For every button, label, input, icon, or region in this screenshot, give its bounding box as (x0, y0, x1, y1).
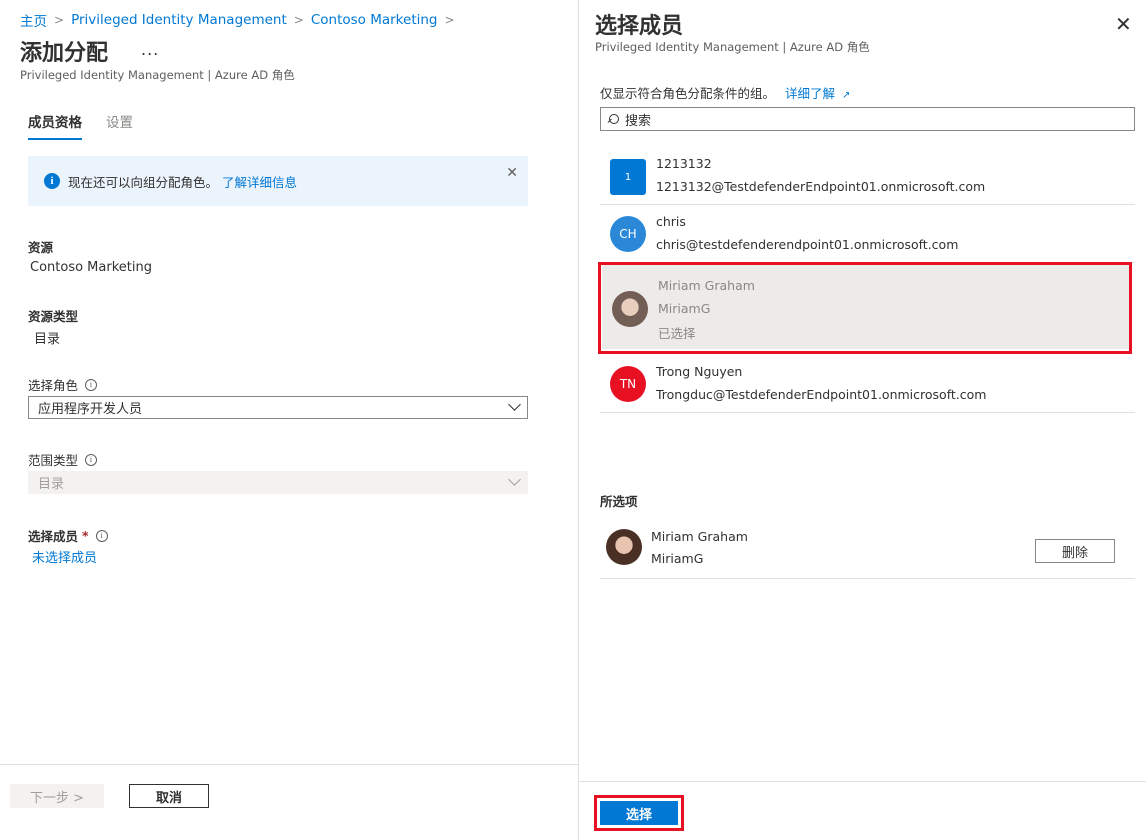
breadcrumb: 主页 > Privileged Identity Management > Co… (20, 10, 462, 30)
more-options-icon[interactable]: ... (141, 40, 159, 59)
select-members-label-text: 选择成员 (28, 529, 79, 544)
member-email: chris@testdefenderendpoint01.onmicrosoft… (656, 237, 959, 252)
external-link-icon: ↗ (842, 90, 851, 101)
page-title: 添加分配 (20, 41, 109, 66)
member-list-item[interactable]: TN Trong Nguyen Trongduc@TestdefenderEnd… (600, 355, 1135, 413)
select-role-label-text: 选择角色 (28, 378, 79, 393)
selected-member-name: Miriam Graham (651, 529, 748, 544)
select-members-panel: 选择成员 Privileged Identity Management | Az… (579, 0, 1146, 840)
next-button[interactable]: 下一步 > (10, 784, 104, 808)
resource-value: Contoso Marketing (30, 260, 152, 275)
member-name: 1213132 (656, 156, 712, 171)
chevron-right-icon: > (293, 13, 304, 27)
add-assignment-pane: 主页 > Privileged Identity Management > Co… (0, 0, 578, 840)
close-icon[interactable]: ✕ (1115, 12, 1132, 36)
filter-note: 仅显示符合角色分配条件的组。 详细了解 ↗ (600, 83, 850, 102)
remove-button[interactable]: 删除 (1035, 539, 1115, 563)
highlight-box: 选择 (594, 795, 684, 831)
panel-title: 选择成员 (595, 14, 684, 39)
breadcrumb-contoso-marketing[interactable]: Contoso Marketing (311, 12, 438, 28)
info-message-bar: i 现在还可以向组分配角色。 了解详细信息 ✕ (28, 156, 528, 206)
info-icon[interactable]: i (85, 378, 98, 391)
select-button[interactable]: 选择 (600, 801, 678, 825)
scope-type-dropdown: 目录 (28, 471, 528, 494)
selected-items-heading: 所选项 (600, 494, 638, 509)
info-icon[interactable]: i (95, 529, 108, 542)
learn-more-link[interactable]: 详细了解 (785, 86, 835, 101)
breadcrumb-home[interactable]: 主页 (20, 10, 47, 30)
member-list-item[interactable]: 1 1213132 1213132@TestdefenderEndpoint01… (600, 147, 1135, 205)
select-role-label: 选择角色 i (28, 375, 98, 394)
info-icon: i (44, 173, 60, 189)
no-members-selected-link[interactable]: 未选择成员 (32, 547, 97, 566)
avatar (606, 529, 642, 565)
info-icon[interactable]: i (85, 453, 98, 466)
selected-member-email: MiriamG (651, 551, 704, 566)
required-asterisk: * (82, 528, 89, 543)
scope-type-label-text: 范围类型 (28, 453, 79, 468)
panel-footer-divider (579, 781, 1146, 782)
avatar: CH (610, 216, 646, 252)
learn-more-link[interactable]: 了解详细信息 (222, 172, 297, 191)
scope-type-label: 范围类型 i (28, 450, 98, 469)
tab-bar: 成员资格 设置 (28, 111, 133, 140)
cancel-button[interactable]: 取消 (129, 784, 209, 808)
search-icon (608, 113, 619, 125)
member-name: chris (656, 214, 686, 229)
member-email: 1213132@TestdefenderEndpoint01.onmicroso… (656, 179, 986, 194)
footer-divider (0, 764, 578, 765)
scope-type-dropdown-value: 目录 (38, 477, 65, 492)
tab-settings[interactable]: 设置 (106, 111, 133, 140)
filter-note-text: 仅显示符合角色分配条件的组。 (600, 86, 776, 101)
member-email: Trongduc@TestdefenderEndpoint01.onmicros… (656, 387, 987, 402)
chevron-down-icon (508, 398, 521, 411)
chevron-down-icon (508, 473, 521, 486)
member-name: Trong Nguyen (656, 364, 743, 379)
role-dropdown[interactable]: 应用程序开发人员 (28, 396, 528, 419)
highlight-box (598, 262, 1132, 354)
tab-membership[interactable]: 成员资格 (28, 111, 82, 140)
select-members-label: 选择成员 * i (28, 526, 108, 545)
selected-item: Miriam Graham MiriamG 删除 (600, 523, 1135, 579)
resource-type-label: 资源类型 (28, 309, 79, 324)
breadcrumb-pim[interactable]: Privileged Identity Management (71, 12, 287, 28)
resource-type-value: 目录 (34, 332, 61, 347)
role-dropdown-value: 应用程序开发人员 (38, 402, 143, 417)
avatar: TN (610, 366, 646, 402)
member-list-item[interactable]: CH chris chris@testdefenderendpoint01.on… (600, 205, 1135, 263)
page-subtitle: Privileged Identity Management | Azure A… (20, 68, 295, 82)
search-placeholder: 搜索 (625, 113, 652, 129)
chevron-right-icon: > (444, 13, 455, 27)
chevron-right-icon: > (54, 13, 65, 27)
group-avatar: 1 (610, 159, 646, 195)
panel-subtitle: Privileged Identity Management | Azure A… (595, 40, 870, 54)
info-message-text: 现在还可以向组分配角色。 (68, 174, 219, 190)
close-icon[interactable]: ✕ (506, 165, 518, 181)
resource-label: 资源 (28, 240, 54, 255)
search-input[interactable]: 搜索 (600, 107, 1135, 131)
